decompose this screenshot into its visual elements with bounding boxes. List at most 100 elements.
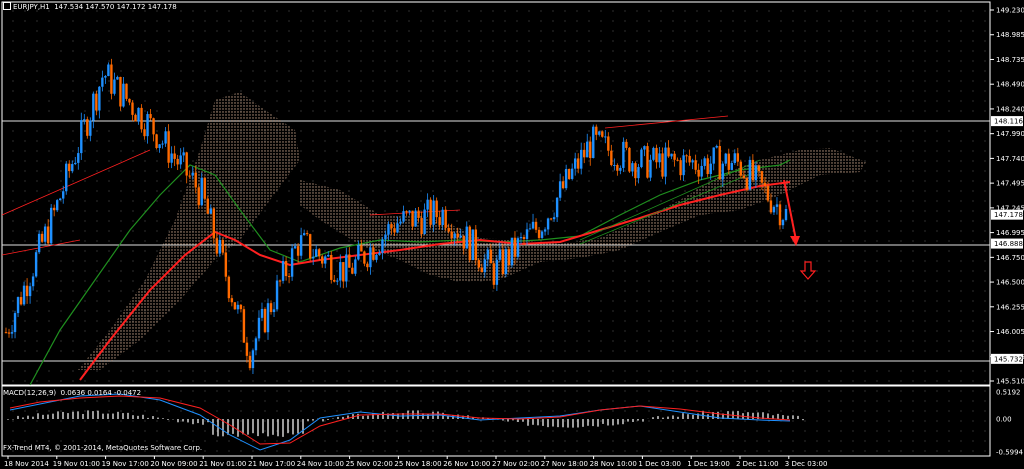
candle-body [616,164,619,171]
candle-body [324,256,327,264]
candle-body [393,228,396,233]
time-tick-label: 1 Dec 03:00 [638,460,681,468]
candle-body [179,155,182,165]
candle-body [206,198,209,214]
candle-body [459,235,462,238]
candle-body [122,83,125,107]
candle-body [396,223,399,233]
candle-body [339,262,342,281]
candle-body [558,181,562,198]
candle-body [474,229,478,261]
candle-body [101,77,104,87]
candle-body [215,238,219,254]
candle-body [769,200,773,213]
time-tick-label: 21 Nov 01:00 [199,460,246,468]
chart-window-icon[interactable] [3,2,11,10]
candle-body [471,229,474,261]
candle-body [754,165,758,181]
candle-body [646,146,649,178]
candle-body [498,249,502,260]
price-tick-label: 146.255 [996,303,1024,311]
candle-body [724,153,727,164]
candle-body [200,177,203,206]
candle-body [311,256,315,259]
price-axis[interactable]: 149.230 148.985 148.735 148.490 148.240 147.9… [990,7,1024,386]
candle-body [622,141,625,168]
candle-body [742,175,746,179]
time-tick-label: 26 Nov 10:00 [443,460,490,468]
candle-body [55,200,59,211]
price-chart[interactable]: 149.230 148.985 148.735 148.490 148.240 147.9… [0,0,1024,469]
candle-body [345,254,348,282]
candle-body [643,146,646,150]
candle-body [531,221,535,229]
candle-body [384,234,387,240]
candle-body [348,254,351,268]
candle-body [570,168,574,179]
candle-body [525,229,529,239]
candle-body [137,107,140,122]
candle-body [146,114,149,137]
macd-header: MACD(12,26,9) 0.0636 0.0164 -0.0472 [3,389,141,397]
candle-body [245,342,249,356]
candle-body [197,187,200,206]
candle-body [43,226,47,242]
candle-body [173,153,176,159]
candle-body [721,163,724,180]
candle-body [483,259,487,273]
macd-tick-label: -0.5994 [996,449,1024,457]
candle-body [296,246,300,256]
candle-body [287,276,291,278]
candle-body [68,163,71,172]
candle-body [95,93,98,111]
candle-body [688,155,691,163]
candle-body [19,297,23,305]
candle-body [435,200,438,218]
candle-body [378,252,381,255]
candle-body [354,259,357,274]
price-tick-label: 148.490 [996,81,1024,89]
candle-body [652,147,655,160]
time-tick-label: 3 Dec 03:00 [785,460,828,468]
candle-body [318,249,321,257]
candle-body [489,249,493,264]
candle-body [140,107,143,130]
candle-body [230,298,234,303]
candle-body [16,297,20,314]
price-tick-label: 146.995 [996,229,1024,237]
candle-body [444,209,447,228]
candle-body [673,153,676,160]
candle-body [408,210,411,213]
candle-body [495,259,499,285]
candle-body [682,155,685,176]
candle-body [25,285,29,297]
time-tick-label: 25 Nov 18:00 [394,460,441,468]
candle-body [589,141,592,158]
candle-body [275,280,279,310]
time-axis[interactable]: 18 Nov 2014 19 Nov 01:00 19 Nov 17:00 20 No… [4,456,827,468]
candle-body [263,308,267,333]
candle-body [74,162,77,165]
candle-body [534,221,538,230]
candle-body [357,245,360,260]
candle-body [595,126,598,135]
candle-body [34,252,38,277]
price-level-label: 146.888 [994,240,1023,248]
candle-body [98,86,101,111]
candle-body [763,182,767,186]
candle-body [182,152,185,156]
candle-body [248,355,252,369]
candle-body [194,172,197,188]
candle-body [80,120,83,154]
candle-body [327,255,330,257]
time-tick-label: 19 Nov 01:00 [53,460,100,468]
candle-body [423,209,426,235]
candle-body [308,234,312,259]
candle-body [411,210,414,227]
macd-axis[interactable]: 0.5192 0.00 -0.5994 [996,389,1024,457]
candle-body [10,332,14,334]
candle-body [655,147,658,163]
candle-body [134,114,137,122]
candle-body [402,211,405,222]
candle-body [561,181,565,189]
